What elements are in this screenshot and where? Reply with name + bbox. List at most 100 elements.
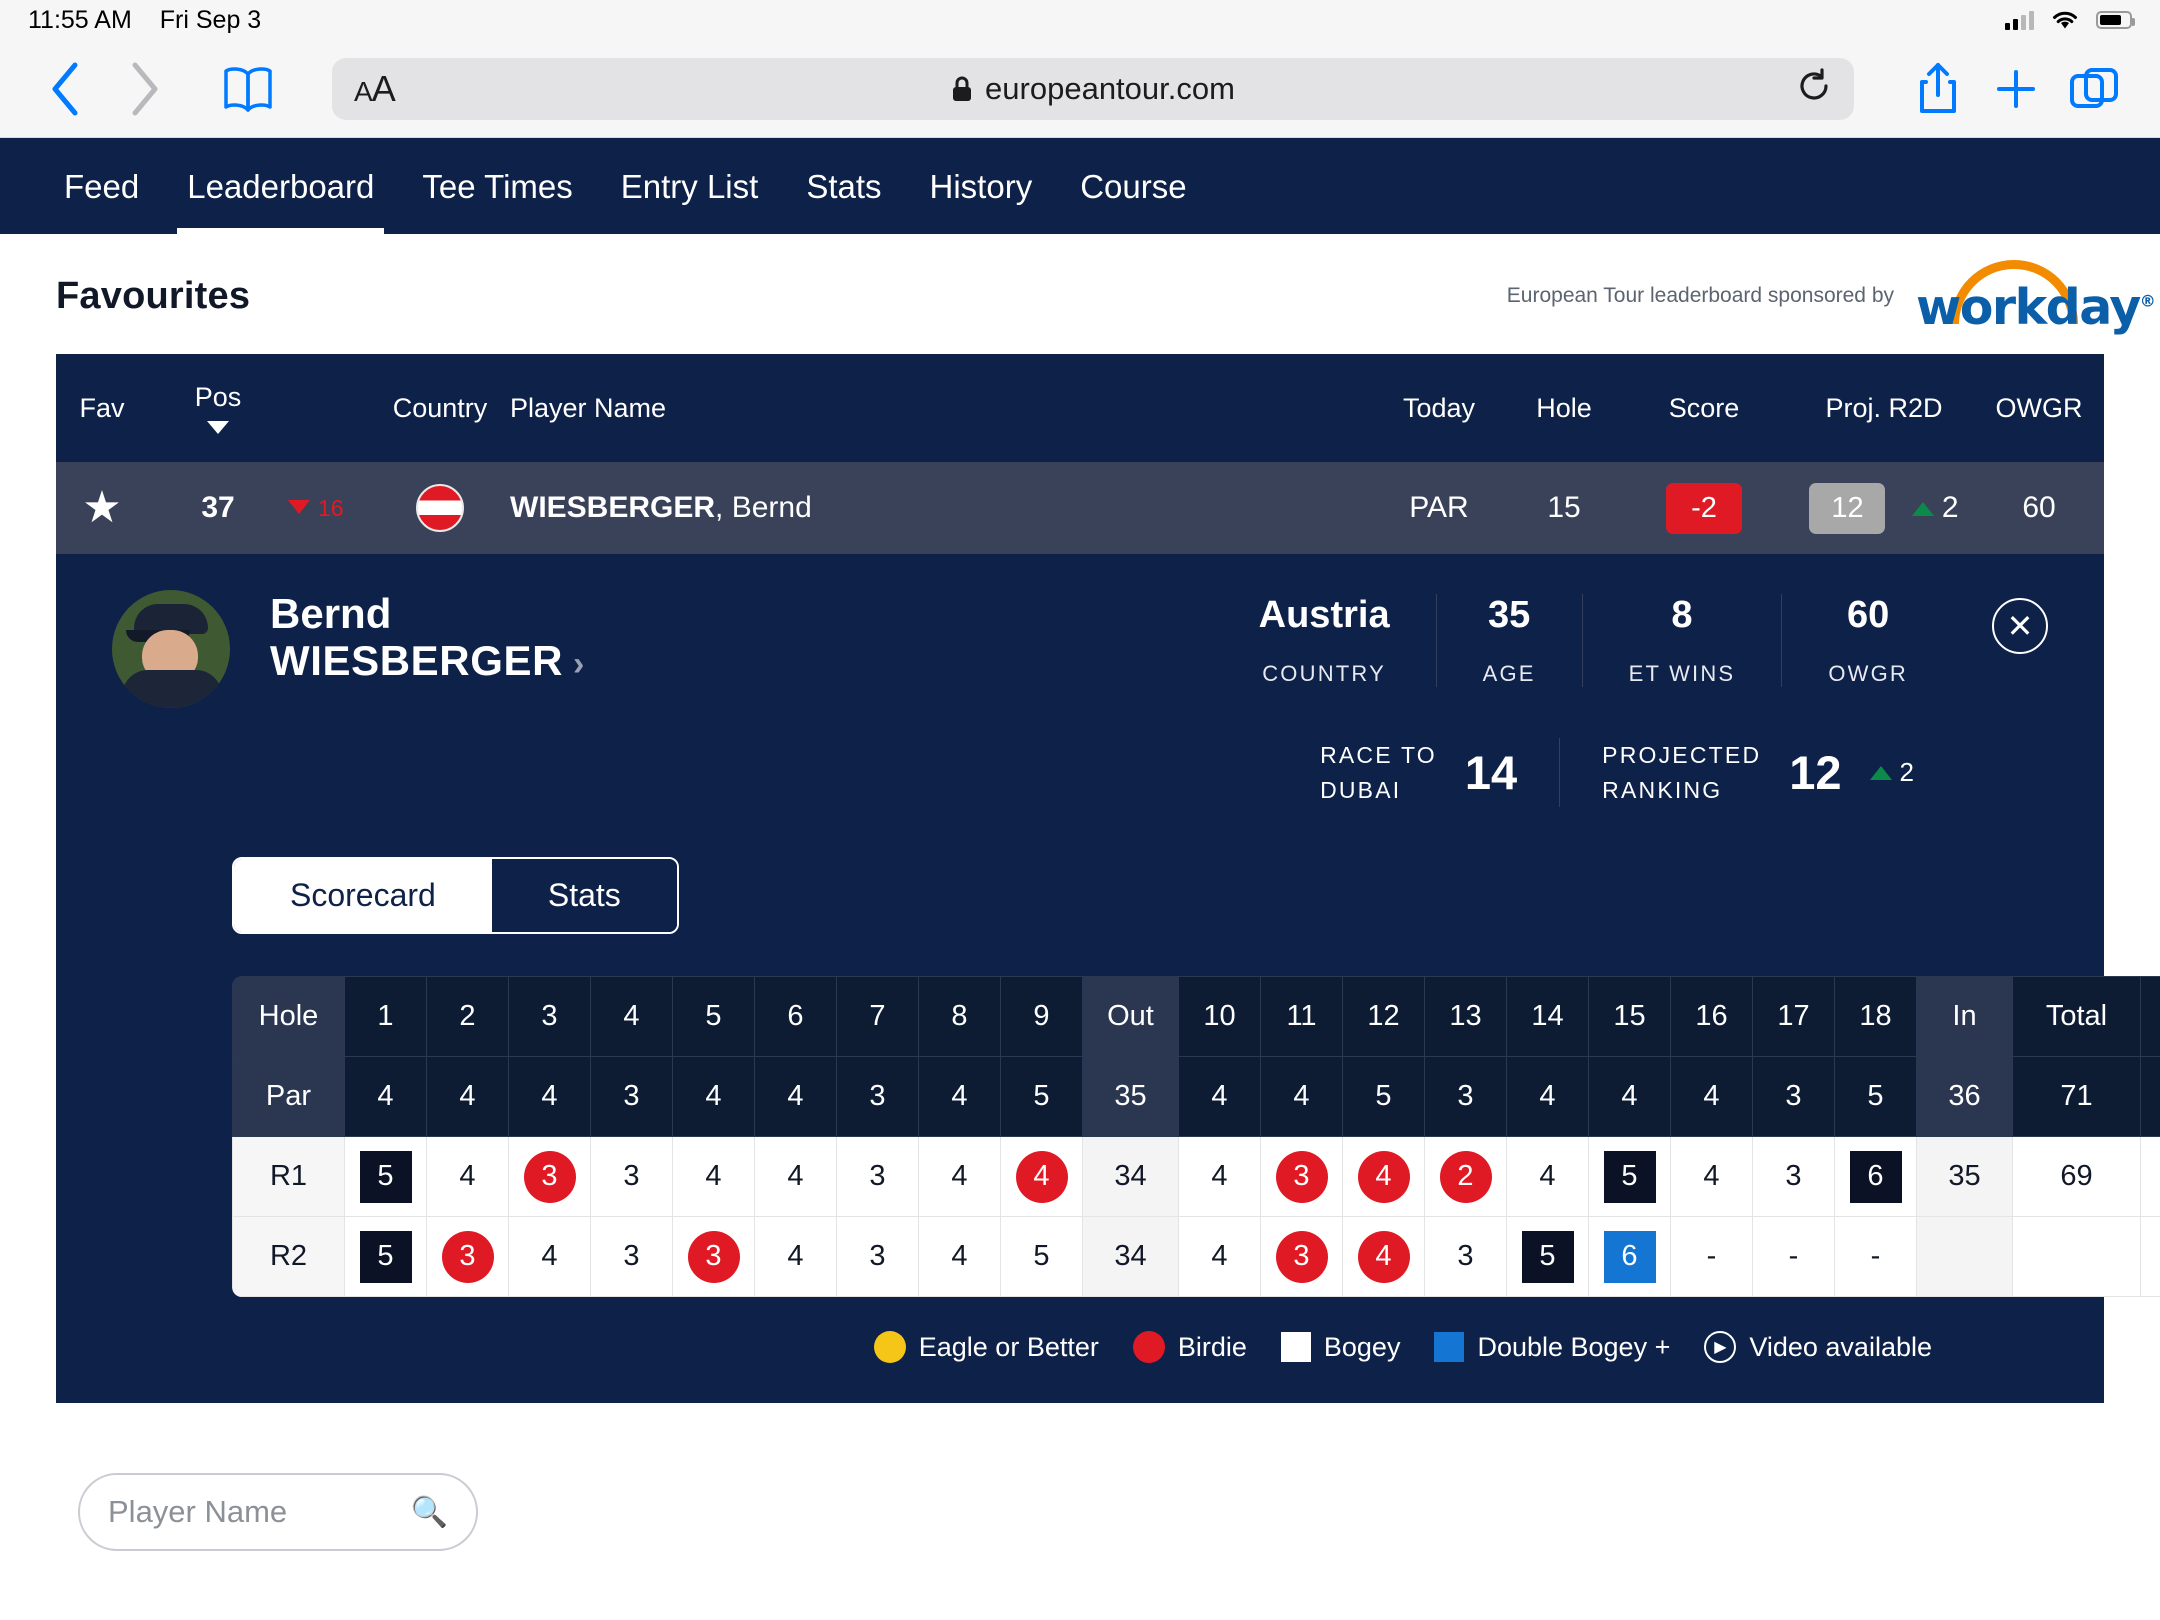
row-player-name[interactable]: WIESBERGER, Bernd: [500, 491, 1374, 525]
score-r1-17: 3: [1752, 1136, 1835, 1217]
workday-logo: workday®: [1916, 260, 2156, 336]
legend-video: ▶ Video available: [1704, 1331, 1932, 1363]
legend-birdie: Birdie: [1132, 1331, 1247, 1363]
row-proj-r2d: 12 2: [1784, 482, 1984, 534]
legend-birdie-label: Birdie: [1177, 1331, 1247, 1362]
nav-item-tee-times[interactable]: Tee Times: [398, 168, 596, 234]
nav-item-stats[interactable]: Stats: [782, 168, 905, 234]
reload-icon[interactable]: [1796, 68, 1832, 109]
dbogey-marker: 6: [1603, 1230, 1656, 1283]
workday-registered-mark: ®: [2139, 291, 2156, 311]
plus-icon[interactable]: [1980, 53, 2052, 125]
par-4: 3: [590, 1056, 673, 1137]
par-13: 3: [1424, 1056, 1507, 1137]
tab-scorecard[interactable]: Scorecard: [234, 859, 492, 932]
player-last-name: WIESBERGER: [270, 637, 564, 685]
score-r1-7: 3: [836, 1136, 919, 1217]
row-today: PAR: [1409, 491, 1469, 524]
stat-age: 35 AGE: [1435, 594, 1582, 687]
proj-r2d-badge: 12: [1809, 482, 1886, 534]
book-icon[interactable]: [212, 53, 284, 125]
score-r1-4: 3: [590, 1136, 673, 1217]
leaderboard-card: Fav Pos Country Player Name Today Hole S…: [56, 354, 2160, 1403]
row-movement: 16: [288, 495, 380, 522]
tab-stats[interactable]: Stats: [491, 859, 677, 932]
share-icon[interactable]: [1902, 53, 1974, 125]
scorecard-table: Hole 1 2 3 4 5 6 7 8 9 Out 10 11 12 13 1…: [232, 976, 2160, 1297]
player-ranking-strip: RACE TO DUBAI 14 PROJECTED RANKING 12 2: [112, 738, 2048, 807]
hole-header-total: Total: [2012, 976, 2141, 1057]
hole-header-13: 13: [1424, 976, 1507, 1057]
status-indicators: [2005, 9, 2135, 31]
par-17: 3: [1752, 1056, 1835, 1137]
par-6: 4: [754, 1056, 837, 1137]
score-r1-5: 4: [672, 1136, 755, 1217]
hole-header-9: 9: [1000, 976, 1083, 1057]
nav-item-history[interactable]: History: [906, 168, 1057, 234]
bogey-marker: 5: [1603, 1150, 1656, 1203]
bogey-marker: 5: [1521, 1230, 1574, 1283]
nav-item-feed[interactable]: Feed: [40, 168, 163, 234]
player-name-block[interactable]: Bernd WIESBERGER ›: [270, 590, 585, 684]
hole-header-to-par: To Par: [2140, 976, 2160, 1057]
score-r1-14: 4: [1506, 1136, 1589, 1217]
scorecard-round-row-r1: R1 543344344344342454363569-2: [232, 1136, 2160, 1217]
nav-item-entry-list[interactable]: Entry List: [597, 168, 783, 234]
site-nav: Feed Leaderboard Tee Times Entry List St…: [0, 138, 2160, 234]
score-r2-9: 5: [1000, 1216, 1083, 1297]
cellular-signal-icon: [2005, 10, 2034, 30]
column-today: Today: [1402, 392, 1476, 423]
stat-owgr-value: 60: [1847, 594, 1890, 636]
race-to-dubai-label-2: DUBAI: [1320, 776, 1402, 803]
table-row[interactable]: ★ 37 16 WIESBERGER, Bernd PAR 15 -2 12 2…: [56, 462, 2104, 554]
hole-header-6: 6: [754, 976, 837, 1057]
score-r1-6: 4: [754, 1136, 837, 1217]
score-r1-in: 35: [1916, 1136, 2013, 1217]
nav-item-leaderboard[interactable]: Leaderboard: [163, 168, 398, 234]
battery-icon: [2096, 11, 2135, 29]
score-r2-10: 4: [1178, 1216, 1261, 1297]
search-input[interactable]: Player Name 🔍: [78, 1473, 478, 1551]
row-first-name: , Bernd: [715, 491, 812, 524]
site-content: Frequency: Hole By Hole Last Updated: a …: [0, 138, 2160, 1563]
proj-r2d-delta-value: 2: [1941, 490, 1959, 524]
birdie-marker: 4: [1357, 1230, 1410, 1283]
nav-item-course[interactable]: Course: [1056, 168, 1210, 234]
scorecard-par-row: Par 4 4 4 3 4 4 3 4 5 35 4 4 5 3 4 4 4 3…: [232, 1056, 2160, 1137]
column-pos[interactable]: Pos: [148, 382, 288, 434]
legend-eagle-label: Eagle or Better: [918, 1331, 1099, 1362]
back-chevron-icon[interactable]: [30, 53, 102, 125]
ios-status-bar: 11:55 AM Fri Sep 3: [0, 0, 2160, 40]
projected-ranking-delta-value: 2: [1899, 757, 1914, 787]
score-r1-18: 6: [1834, 1136, 1917, 1217]
par-15: 4: [1588, 1056, 1671, 1137]
text-size-button[interactable]: AA: [354, 68, 396, 110]
stat-et-wins: 8 ET WINS: [1581, 594, 1782, 687]
score-r2-16: -: [1670, 1216, 1753, 1297]
stat-et-wins-value: 8: [1671, 594, 1693, 636]
bogey-white-square-icon: [1280, 1332, 1311, 1362]
close-x-icon[interactable]: ✕: [1992, 598, 2048, 654]
lock-icon: [953, 76, 972, 101]
tabs-icon[interactable]: [2058, 53, 2130, 125]
round-label-r1: R1: [232, 1136, 345, 1217]
score-r2-out: 34: [1082, 1216, 1179, 1297]
hole-header-15: 15: [1588, 976, 1671, 1057]
bottom-search-area: Player Name 🔍: [0, 1443, 2160, 1563]
chevron-right-icon[interactable]: ›: [573, 645, 585, 683]
favourite-star-toggle[interactable]: ★: [56, 486, 148, 530]
bogey-marker: 6: [1849, 1150, 1902, 1203]
hole-header-7: 7: [836, 976, 919, 1057]
hole-header-14: 14: [1506, 976, 1589, 1057]
eagle-yellow-circle-icon: [873, 1331, 906, 1363]
legend-bogey: Bogey: [1280, 1332, 1400, 1363]
score-r2-18: -: [1834, 1216, 1917, 1297]
address-bar[interactable]: AA europeantour.com: [332, 57, 1854, 120]
search-magnifier-icon[interactable]: 🔍: [411, 1495, 448, 1530]
scorecard-stats-toggle[interactable]: Scorecard Stats: [232, 857, 679, 934]
stat-age-label: AGE: [1482, 661, 1536, 686]
legend-video-label: Video available: [1749, 1331, 1932, 1362]
score-r2-7: 3: [836, 1216, 919, 1297]
projected-ranking-block: PROJECTED RANKING 12 2: [1559, 738, 1956, 807]
player-stat-strip: Austria COUNTRY 35 AGE 8 ET WINS 60 OWGR: [1213, 590, 2048, 687]
